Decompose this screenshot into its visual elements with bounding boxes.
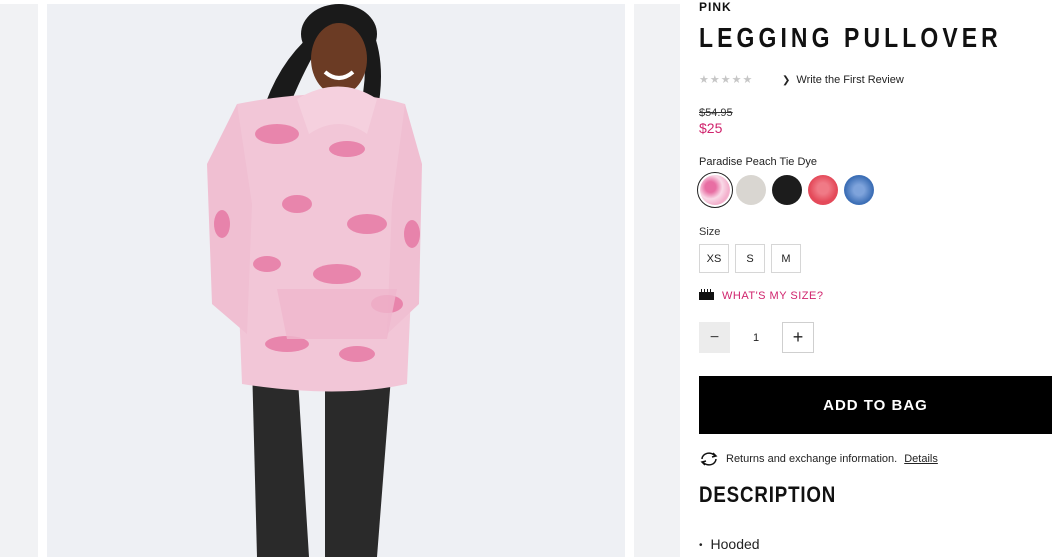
product-title: LEGGING PULLOVER xyxy=(699,22,1002,53)
swatch-oatmeal[interactable] xyxy=(736,175,766,205)
write-review-link[interactable]: ❯ Write the First Review xyxy=(782,74,904,86)
original-price: $54.95 xyxy=(699,107,733,119)
gallery-thumbnail-left[interactable] xyxy=(0,4,38,557)
quantity-value: 1 xyxy=(752,331,760,344)
returns-text: Returns and exchange information. xyxy=(726,453,898,465)
size-m-button[interactable]: M xyxy=(771,244,801,273)
selected-color-label: Paradise Peach Tie Dye xyxy=(699,156,818,168)
gallery-thumbnail-right[interactable] xyxy=(634,4,680,557)
ruler-icon xyxy=(699,289,714,300)
description-bullet: Hooded xyxy=(699,536,760,552)
size-label: Size xyxy=(699,226,721,238)
whats-my-size-label: WHAT'S MY SIZE? xyxy=(722,290,824,302)
product-image xyxy=(47,4,625,557)
returns-details-link[interactable]: Details xyxy=(904,453,938,465)
swatch-black[interactable] xyxy=(772,175,802,205)
product-brand: PINK xyxy=(699,0,732,14)
add-to-bag-button[interactable]: ADD TO BAG xyxy=(699,376,1052,434)
quantity-increase-button[interactable]: + xyxy=(782,322,814,353)
quantity-decrease-button[interactable]: − xyxy=(699,322,730,353)
write-review-label: Write the First Review xyxy=(796,74,904,86)
model-illustration xyxy=(47,4,625,557)
size-options: XS S M xyxy=(699,244,801,273)
swatch-red-print[interactable] xyxy=(808,175,838,205)
returns-info: Returns and exchange information. Details xyxy=(699,451,938,467)
whats-my-size-link[interactable]: WHAT'S MY SIZE? xyxy=(699,289,824,302)
description-heading: DESCRIPTION xyxy=(699,482,837,507)
rating-stars: ★★★★★ xyxy=(699,74,754,86)
description-list: Hooded xyxy=(699,536,760,552)
size-xs-button[interactable]: XS xyxy=(699,244,729,273)
size-s-button[interactable]: S xyxy=(735,244,765,273)
chevron-right-icon: ❯ xyxy=(782,75,791,86)
color-swatches xyxy=(697,172,874,208)
swatch-blue-print[interactable] xyxy=(844,175,874,205)
sale-price: $25 xyxy=(699,120,723,136)
refresh-icon xyxy=(700,452,718,466)
swatch-paradise-peach[interactable] xyxy=(697,172,733,208)
